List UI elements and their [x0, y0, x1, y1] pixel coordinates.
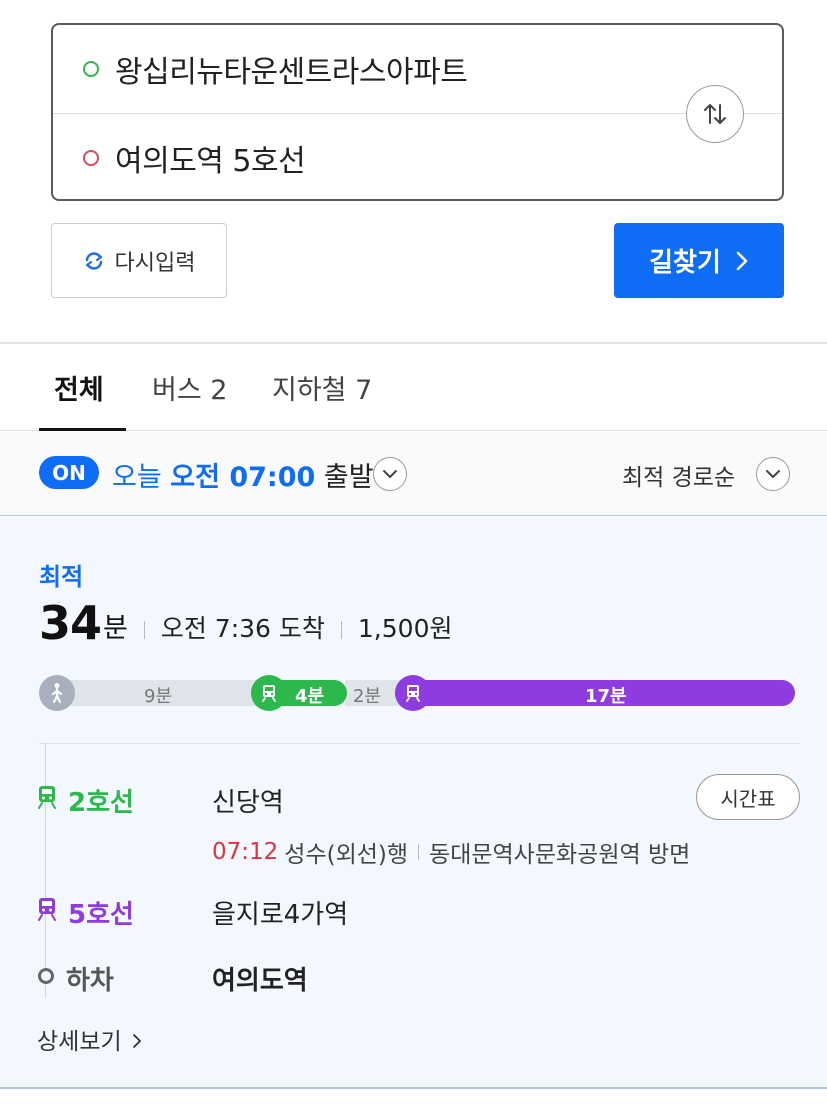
step1-direction: 성수(외선)행 — [284, 842, 409, 868]
chevron-right-icon — [133, 1034, 141, 1048]
subway-icon — [251, 675, 287, 711]
step1-departure-time: 07:12 — [212, 839, 279, 865]
transfer-duration: 2분 — [353, 686, 382, 707]
chevron-down-icon — [766, 470, 780, 478]
line2-duration: 4분 — [295, 686, 325, 707]
chevron-right-icon — [736, 251, 748, 270]
departure-dropdown-button[interactable] — [373, 457, 407, 491]
summary-separator — [340, 621, 342, 639]
subway-icon — [35, 897, 59, 921]
refresh-icon — [85, 251, 102, 270]
tab-all[interactable]: 전체 — [54, 368, 104, 407]
subway-icon — [35, 785, 59, 809]
steps-vertical-line — [45, 743, 46, 998]
line5-segment: 17분 — [395, 680, 795, 707]
route-result-card[interactable]: 최적 34 분 오전 7:36 도착 1,500원 9분 2분 4분 17분 2… — [0, 517, 827, 1089]
exit-dot-icon — [38, 968, 54, 984]
route-summary: 34 분 오전 7:36 도착 1,500원 — [39, 597, 452, 649]
origin-text: 왕십리뉴타운센트라스아파트 — [115, 55, 468, 90]
arrival-time: 오전 7:36 도착 — [160, 614, 325, 643]
origin-dot-icon — [83, 61, 99, 77]
detail-view-label: 상세보기 — [37, 1029, 122, 1055]
step2-line: 5호선 — [68, 900, 134, 930]
route-search-box: 왕십리뉴타운센트라스아파트 여의도역 5호선 — [51, 23, 784, 201]
find-route-button[interactable]: 길찾기 — [614, 223, 784, 298]
departure-suffix: 출발 — [323, 462, 374, 493]
summary-separator — [143, 621, 145, 639]
on-toggle-badge[interactable]: ON — [39, 456, 99, 489]
destination-dot-icon — [83, 150, 99, 166]
step3-label: 하차 — [66, 966, 114, 996]
origin-field[interactable]: 왕십리뉴타운센트라스아파트 — [53, 25, 782, 113]
step2-station: 을지로4가역 — [212, 900, 349, 930]
card-divider — [39, 743, 799, 744]
line5-duration: 17분 — [585, 686, 627, 707]
walk-icon — [39, 675, 75, 711]
walk-duration: 9분 — [144, 686, 173, 707]
step3-station: 여의도역 — [212, 966, 308, 996]
find-route-label: 길찾기 — [649, 248, 721, 278]
detail-separator — [418, 844, 420, 860]
sort-dropdown-button[interactable] — [756, 457, 790, 491]
transport-tabs: 전체 버스 2 지하철 7 — [0, 344, 827, 431]
step1-detail: 07:12 성수(외선)행 동대문역사문화공원역 방면 — [212, 835, 690, 869]
departure-time-text[interactable]: 오늘 오전 07:00 출발 — [112, 455, 374, 494]
step1-station: 신당역 — [212, 788, 284, 818]
departure-day: 오늘 — [112, 462, 162, 493]
reset-label: 다시입력 — [114, 250, 196, 276]
reset-button[interactable]: 다시입력 — [51, 223, 227, 298]
fare: 1,500원 — [357, 614, 453, 643]
step1-toward: 동대문역사문화공원역 방면 — [429, 842, 691, 868]
best-route-badge: 최적 — [39, 563, 84, 591]
sort-label[interactable]: 최적 경로순 — [622, 458, 735, 492]
detail-view-link[interactable]: 상세보기 — [37, 1022, 143, 1056]
tab-bus[interactable]: 버스 2 — [152, 368, 227, 407]
duration-unit: 분 — [103, 613, 128, 644]
tab-subway[interactable]: 지하철 7 — [272, 368, 372, 407]
subway-icon — [395, 675, 431, 711]
timetable-button[interactable]: 시간표 — [696, 774, 800, 820]
destination-text: 여의도역 5호선 — [115, 144, 306, 179]
departure-time: 오전 07:00 — [170, 462, 316, 493]
route-timeline-bar: 9분 2분 4분 17분 — [39, 675, 795, 711]
swap-icon — [704, 104, 726, 124]
step1-line: 2호선 — [68, 788, 134, 818]
active-tab-indicator — [39, 428, 126, 431]
duration-value: 34 — [39, 596, 102, 650]
chevron-down-icon — [383, 470, 397, 478]
swap-button[interactable] — [686, 85, 744, 143]
destination-field[interactable]: 여의도역 5호선 — [53, 114, 782, 202]
departure-filter-bar: ON 오늘 오전 07:00 출발 최적 경로순 — [0, 432, 827, 516]
